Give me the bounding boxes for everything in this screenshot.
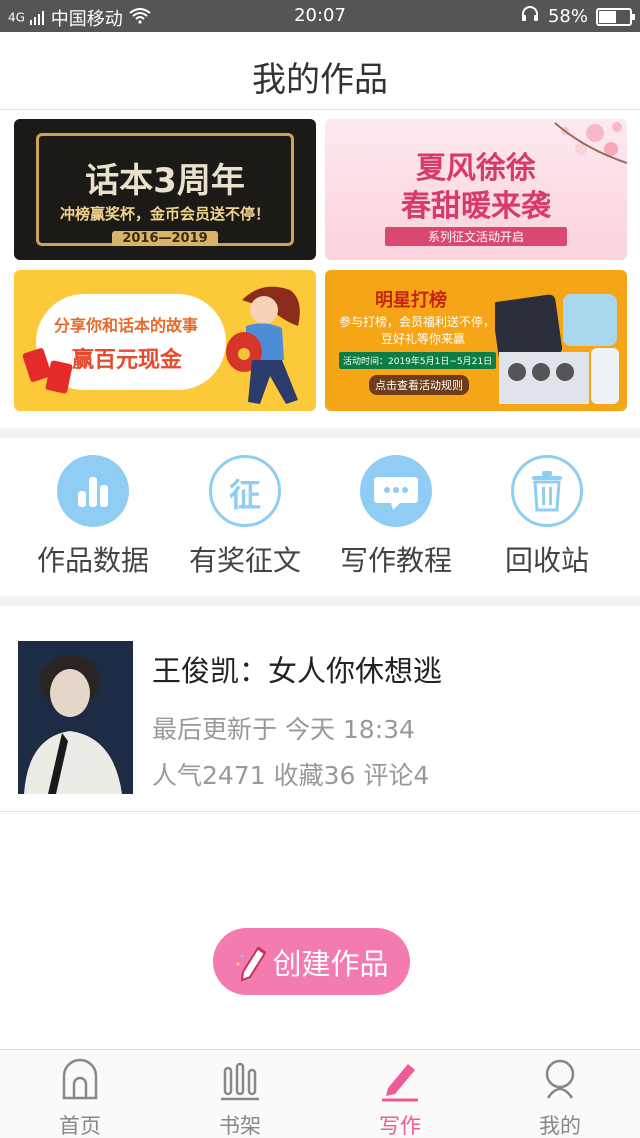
zheng-glyph: 征 xyxy=(228,476,261,514)
pencil-icon xyxy=(236,946,267,982)
feature-work-data[interactable]: 作品数据 xyxy=(18,455,168,585)
banner-years: 2016—2019 xyxy=(112,231,218,246)
tab-mine[interactable]: 我的 xyxy=(500,1058,620,1138)
work-list-item[interactable]: 王俊凯：女人你休想逃 最后更新于 今天 18:34 人气2471 收藏36 评论… xyxy=(0,620,640,812)
work-title: 王俊凯：女人你休想逃 xyxy=(152,654,443,688)
app-screen: 4G 中国移动 20:07 58% 我的作品 话本3周年 冲榜赢奖杯，金币会员送… xyxy=(0,0,640,1138)
page-title: 我的作品 xyxy=(252,60,388,100)
girl-illustration-icon xyxy=(226,286,300,404)
profile-icon xyxy=(545,1059,575,1099)
banner-summer-contest[interactable]: 夏风徐徐 春甜暖来袭 系列征文活动开启 xyxy=(325,119,627,260)
feature-tutorial[interactable]: 写作教程 xyxy=(321,455,471,585)
zheng-icon: 征 xyxy=(209,455,281,527)
battery-icon xyxy=(596,7,635,26)
home-icon xyxy=(62,1058,98,1100)
feature-recycle-bin[interactable]: 回收站 xyxy=(472,455,622,585)
red-envelope-icon xyxy=(45,360,73,394)
banner-rules-button[interactable]: 点击查看活动规则 xyxy=(369,375,469,395)
bar-chart-icon xyxy=(57,455,129,527)
section-divider xyxy=(0,428,640,438)
banner-subtitle: 春甜暖来袭 xyxy=(401,189,551,224)
work-stats: 人气2471 收藏36 评论4 xyxy=(152,761,430,790)
merchandise-photo-icon xyxy=(495,294,619,404)
status-bar: 4G 中国移动 20:07 58% xyxy=(0,0,640,32)
banner-title: 分享你和话本的故事 xyxy=(54,316,199,335)
bottom-tab-bar: 首页 书架 写作 我的 xyxy=(0,1049,640,1138)
tab-label: 首页 xyxy=(59,1114,101,1138)
banner-anniversary[interactable]: 话本3周年 冲榜赢奖杯，金币会员送不停！ 2016—2019 xyxy=(14,119,316,260)
trash-icon xyxy=(511,455,583,527)
tab-label: 书架 xyxy=(219,1114,261,1138)
tab-home[interactable]: 首页 xyxy=(20,1058,140,1138)
banner-caption: 系列征文活动开启 xyxy=(385,227,567,246)
feature-contest[interactable]: 征 有奖征文 xyxy=(170,455,320,585)
banner-subtitle: 冲榜赢奖杯，金币会员送不停！ xyxy=(59,205,270,223)
banner-share-story[interactable]: 分享你和话本的故事 赢百元现金 xyxy=(14,270,316,411)
section-divider xyxy=(0,596,640,606)
work-updated: 最后更新于 今天 18:34 xyxy=(152,715,415,744)
tab-write[interactable]: 写作 xyxy=(340,1058,460,1138)
banner-subtitle: 赢百元现金 xyxy=(72,348,183,373)
feature-label: 有奖征文 xyxy=(188,544,301,577)
header: 我的作品 xyxy=(0,32,640,110)
banner-star-ranking[interactable]: 明星打榜 参与打榜，会员福利送不停，爱豆好礼等你来赢 活动时间：2019年5月1… xyxy=(325,270,627,411)
feature-label: 作品数据 xyxy=(36,544,149,577)
pencil-icon xyxy=(382,1064,418,1102)
tab-label: 写作 xyxy=(379,1114,421,1138)
battery-percent: 58% xyxy=(547,6,588,27)
banner-subtitle: 参与打榜，会员福利送不停，爱豆好礼等你来赢 xyxy=(339,315,508,346)
create-work-label: 创建作品 xyxy=(272,946,389,981)
tab-bookshelf[interactable]: 书架 xyxy=(180,1058,300,1138)
create-work-button[interactable]: 创建作品 xyxy=(213,928,410,995)
headset-icon xyxy=(520,5,540,28)
bookshelf-icon xyxy=(221,1062,259,1101)
banner-dates: 活动时间：2019年5月1日~5月21日 xyxy=(339,352,497,369)
feature-label: 回收站 xyxy=(504,544,589,577)
chat-bubble-icon xyxy=(360,455,432,527)
tab-label: 我的 xyxy=(539,1114,581,1138)
work-cover-image xyxy=(18,641,133,794)
banner-title: 话本3周年 xyxy=(85,161,245,201)
feature-label: 写作教程 xyxy=(339,544,452,577)
banner-title: 明星打榜 xyxy=(375,290,447,311)
